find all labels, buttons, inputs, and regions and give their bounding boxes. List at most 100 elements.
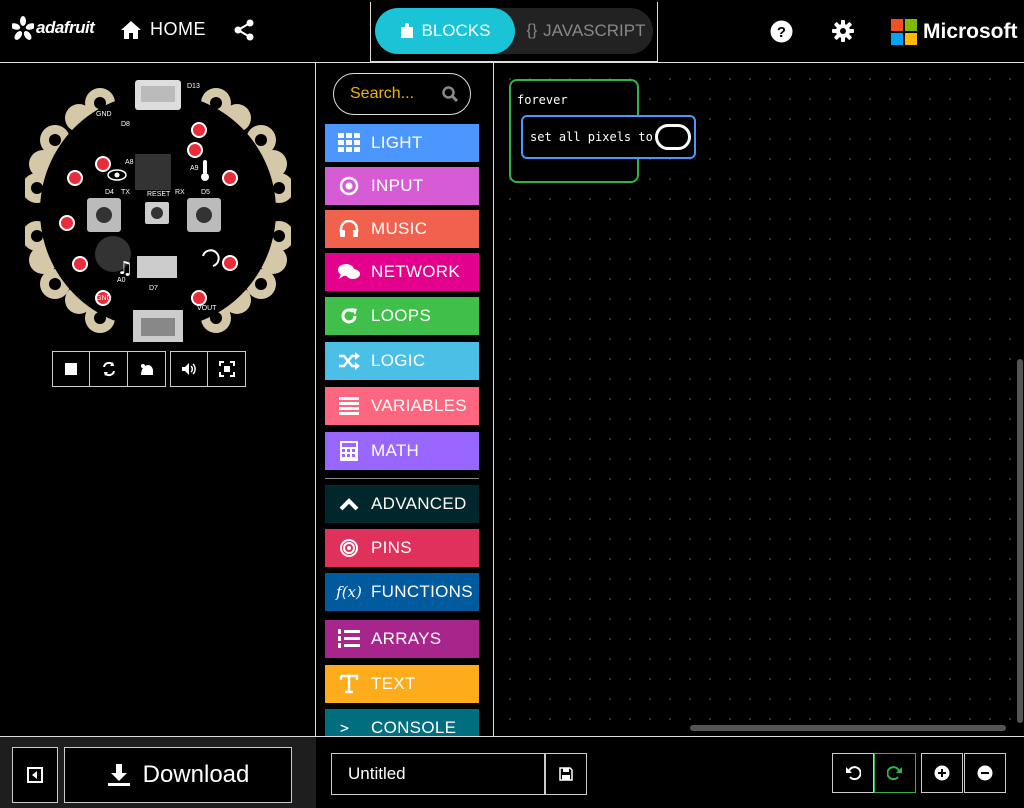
logo-text: adafruit — [36, 18, 95, 37]
fullscreen-button[interactable] — [208, 351, 246, 387]
category-label: PINS — [371, 538, 412, 557]
top-bar: adafruit HOME BLOCKS {} JAVASCRIPT ? Mic… — [0, 0, 1024, 62]
makecode-editor: adafruit HOME BLOCKS {} JAVASCRIPT ? Mic… — [0, 0, 1024, 808]
search-input[interactable]: Search... — [333, 73, 471, 115]
undo-icon — [846, 766, 861, 781]
category-label: LOOPS — [371, 306, 432, 325]
stop-simulator-button[interactable] — [52, 351, 90, 387]
project-name-input[interactable]: Untitled — [331, 753, 545, 795]
svg-text:D7: D7 — [149, 285, 158, 292]
category-label: FUNCTIONS — [371, 582, 473, 601]
editor-mode-toggle: BLOCKS {} JAVASCRIPT — [370, 2, 658, 62]
svg-text:D13: D13 — [187, 83, 200, 90]
search-placeholder: Search... — [350, 85, 415, 102]
array-icon — [337, 627, 361, 651]
settings-button[interactable] — [832, 20, 854, 47]
category-network[interactable]: NETWORK — [325, 253, 479, 291]
save-button[interactable] — [545, 753, 587, 795]
category-label: MUSIC — [371, 219, 428, 238]
restart-icon — [102, 361, 115, 377]
block-toolbox: Search... LIGHT INPUT MUSIC NETWORK LOOP… — [316, 62, 494, 736]
category-label: VARIABLES — [371, 396, 467, 415]
collapse-simulator-button[interactable] — [12, 747, 58, 803]
simulator-panel: D8 GND A9 A8 TX RESET RX D5 D4 A0 D7 GND… — [0, 62, 316, 736]
vertical-scrollbar[interactable] — [1017, 359, 1023, 723]
board-graphic: D8 GND A9 A8 TX RESET RX D5 D4 A0 D7 GND… — [22, 80, 294, 342]
category-text[interactable]: TEXT — [325, 665, 479, 703]
pin-icon — [337, 536, 361, 560]
svg-text:TX: TX — [121, 189, 130, 196]
category-label: LOGIC — [371, 351, 426, 370]
restart-simulator-button[interactable] — [90, 351, 128, 387]
category-music[interactable]: MUSIC — [325, 210, 479, 248]
headphones-icon — [337, 217, 361, 241]
mode-track: BLOCKS {} JAVASCRIPT — [375, 8, 653, 54]
blocks-workspace[interactable]: forever set all pixels to — [494, 62, 1024, 736]
svg-text:VOUT: VOUT — [197, 305, 217, 312]
category-label: INPUT — [371, 176, 424, 195]
adafruit-logo[interactable]: adafruit — [12, 16, 95, 40]
download-button[interactable]: Download — [64, 747, 292, 803]
svg-text:A9: A9 — [190, 165, 199, 172]
footer-left-panel: Download — [0, 737, 316, 808]
redo-button[interactable] — [874, 753, 916, 793]
minus-circle-icon — [977, 765, 993, 781]
circuit-playground-board[interactable]: D8 GND A9 A8 TX RESET RX D5 D4 A0 D7 GND… — [22, 78, 294, 344]
help-icon: ? — [770, 20, 793, 43]
category-console[interactable]: >_ CONSOLE — [325, 709, 479, 736]
home-icon — [121, 20, 141, 39]
calculator-icon — [337, 439, 361, 463]
horizontal-scrollbar[interactable] — [690, 725, 1006, 731]
volume-icon — [182, 363, 196, 375]
category-label: TEXT — [371, 674, 416, 693]
share-button[interactable] — [233, 19, 255, 46]
zoom-out-button[interactable] — [964, 753, 1006, 793]
puzzle-icon — [400, 23, 413, 38]
category-loops[interactable]: LOOPS — [325, 297, 479, 335]
refresh-icon — [337, 304, 361, 328]
bottom-bar: Download Untitled — [0, 736, 1024, 808]
category-math[interactable]: MATH — [325, 432, 479, 470]
text-icon — [337, 672, 361, 696]
fullscreen-icon — [218, 361, 235, 377]
forever-label: forever — [517, 93, 568, 107]
microsoft-logo[interactable]: Microsoft — [891, 19, 1018, 45]
category-logic[interactable]: LOGIC — [325, 342, 479, 380]
tab-javascript[interactable]: {} JAVASCRIPT — [519, 8, 653, 54]
tab-blocks[interactable]: BLOCKS — [375, 8, 515, 54]
svg-text:A8: A8 — [125, 159, 134, 166]
category-light[interactable]: LIGHT — [325, 124, 479, 162]
collapse-icon — [27, 767, 43, 783]
target-icon — [337, 174, 361, 198]
grid-icon — [337, 131, 361, 155]
redo-icon — [887, 766, 902, 781]
toolbox-divider — [325, 478, 479, 479]
share-icon — [234, 19, 254, 41]
slow-motion-button[interactable] — [128, 351, 166, 387]
home-label: HOME — [150, 19, 206, 39]
category-variables[interactable]: VARIABLES — [325, 387, 479, 425]
pixels-label: set all pixels to — [530, 130, 653, 144]
category-input[interactable]: INPUT — [325, 167, 479, 205]
undo-button[interactable] — [832, 753, 874, 793]
category-label: ADVANCED — [371, 494, 467, 513]
chevron-up-icon — [337, 492, 361, 516]
plus-circle-icon — [934, 765, 950, 781]
search-icon[interactable] — [442, 86, 458, 102]
svg-text:GND: GND — [96, 111, 112, 118]
category-functions[interactable]: f(x) FUNCTIONS — [325, 573, 479, 611]
category-advanced[interactable]: ADVANCED — [325, 485, 479, 523]
set-all-pixels-block[interactable]: set all pixels to — [521, 115, 696, 159]
mute-button[interactable] — [170, 351, 208, 387]
home-button[interactable]: HOME — [120, 19, 206, 40]
list-icon — [337, 394, 361, 418]
svg-text:?: ? — [777, 24, 786, 41]
help-button[interactable]: ? — [770, 20, 793, 48]
braces-icon: {} — [526, 22, 538, 39]
color-picker[interactable] — [655, 124, 691, 150]
category-pins[interactable]: PINS — [325, 529, 479, 567]
tab-blocks-label: BLOCKS — [421, 21, 491, 40]
svg-text:RESET: RESET — [147, 191, 171, 198]
zoom-in-button[interactable] — [921, 753, 963, 793]
category-arrays[interactable]: ARRAYS — [325, 620, 479, 658]
